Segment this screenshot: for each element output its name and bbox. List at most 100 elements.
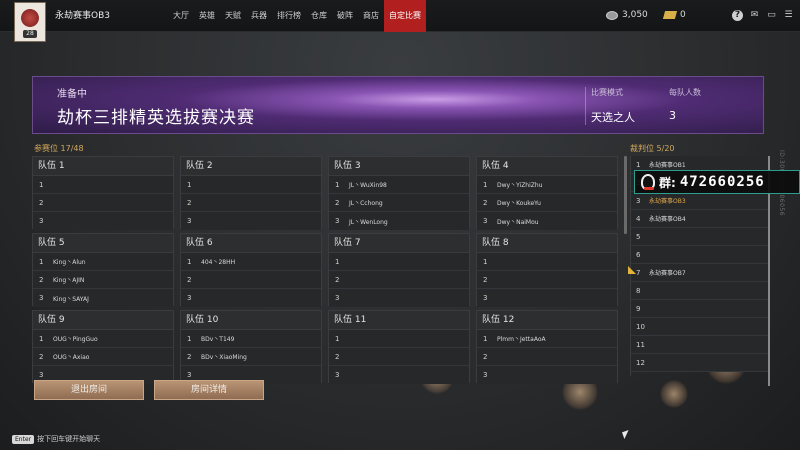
team-slot[interactable]: 2 King丶AJIN <box>33 271 173 289</box>
slot-player-name: BDv丶T149 <box>201 336 235 343</box>
team-size-label: 每队人数 <box>669 88 701 97</box>
slot-player-name: Dwy丶KoukeYu <box>497 200 541 207</box>
slot-number: 2 <box>483 352 488 361</box>
referee-name: 永劫赛事OB4 <box>649 216 686 223</box>
slot-number: 1 <box>187 334 192 343</box>
nav-item-custom-match[interactable]: 自定比赛 <box>384 0 426 32</box>
chat-hint-text: 按下回车键开始聊天 <box>37 435 101 443</box>
team-slot[interactable]: 1 <box>329 253 469 271</box>
team-grid: 队伍 1 1 2 3 队伍 2 1 2 3 队伍 3 1 JL丶WuXin98 2 JL丶Cchong 3… <box>32 156 624 386</box>
nav-item-warehouse[interactable]: 仓库 <box>306 0 332 32</box>
slot-player-name: King丶SAYAJ <box>53 295 89 303</box>
referee-slot[interactable]: 7 永劫赛事OB7 <box>631 264 770 282</box>
nav-item-talents[interactable]: 天赋 <box>220 0 246 32</box>
team-slot[interactable]: 3 <box>181 289 321 307</box>
team-slot[interactable]: 1 OUG丶PingGuo <box>33 330 173 348</box>
nav-item-lobby[interactable]: 大厅 <box>168 0 194 32</box>
team-slot[interactable]: 1 JL丶WuXin98 <box>329 176 469 194</box>
main-nav: 大厅 英雄 天赋 兵器 排行榜 仓库 破阵 商店 自定比赛 <box>168 0 426 32</box>
bokeh-light <box>660 380 688 408</box>
referee-slot[interactable]: 8 <box>631 282 770 300</box>
referee-slot[interactable]: 4 永劫赛事OB4 <box>631 210 770 228</box>
slot-number: 2 <box>187 275 192 284</box>
screen-icon[interactable]: ▭ <box>766 10 777 21</box>
team-card: 队伍 11 1 2 3 <box>328 310 470 384</box>
slot-player-name: King丶AJIN <box>53 277 85 284</box>
referee-slot-number: 1 <box>636 160 641 169</box>
slot-number: 3 <box>483 217 488 225</box>
team-slot[interactable]: 2 <box>477 271 617 289</box>
team-slot[interactable]: 1 <box>181 176 321 194</box>
team-slot[interactable]: 1 404丶28HH <box>181 253 321 271</box>
help-icon[interactable]: ? <box>732 10 743 21</box>
referee-slot[interactable]: 12 <box>631 354 770 372</box>
team-slot[interactable]: 3 <box>477 366 617 384</box>
referee-slot[interactable]: 6 <box>631 246 770 264</box>
team-slot[interactable]: 1 <box>33 176 173 194</box>
nav-item-leaderboard[interactable]: 排行榜 <box>272 0 306 32</box>
mail-icon[interactable]: ✉ <box>749 10 760 21</box>
team-slot[interactable]: 2 BDv丶XiaoMing <box>181 348 321 366</box>
referee-slot[interactable]: 5 <box>631 228 770 246</box>
avatar[interactable]: 28 <box>14 2 46 42</box>
team-slot[interactable]: 3 <box>181 212 321 230</box>
menu-icon[interactable]: ☰ <box>783 10 794 21</box>
team-slot[interactable]: 1 <box>477 253 617 271</box>
team-card: 队伍 9 1 OUG丶PingGuo 2 OUG丶Axiao 3 <box>32 310 174 384</box>
slot-number: 3 <box>187 217 192 225</box>
team-name: 队伍 1 <box>33 157 173 176</box>
nav-item-weapons[interactable]: 兵器 <box>246 0 272 32</box>
slot-player-name: King丶Alun <box>53 259 86 266</box>
slot-number: 2 <box>335 352 340 361</box>
referee-slot[interactable]: 9 <box>631 300 770 318</box>
slot-player-name: Dwy丶YiZhiZhu <box>497 182 543 189</box>
team-slot[interactable]: 3 Dwy丶NaiMou <box>477 212 617 230</box>
top-icons: ? ✉ ▭ ☰ <box>732 10 794 21</box>
team-grid-scrollbar[interactable] <box>624 156 627 234</box>
exit-room-button[interactable]: 退出房间 <box>34 380 144 400</box>
team-slot[interactable]: 3 <box>329 289 469 307</box>
team-slot[interactable]: 3 JL丶WenLong <box>329 212 469 230</box>
nav-item-heroes[interactable]: 英雄 <box>194 0 220 32</box>
team-card: 队伍 2 1 2 3 <box>180 156 322 230</box>
slot-player-name: Plmm丶JettaAoA <box>497 336 546 343</box>
team-slot[interactable]: 2 OUG丶Axiao <box>33 348 173 366</box>
team-slot[interactable]: 1 BDv丶T149 <box>181 330 321 348</box>
slot-number: 2 <box>187 198 192 207</box>
team-slot[interactable]: 2 <box>329 271 469 289</box>
team-name: 队伍 9 <box>33 311 173 330</box>
team-name: 队伍 7 <box>329 234 469 253</box>
team-slot[interactable]: 3 <box>477 289 617 307</box>
slot-player-name: JL丶WuXin98 <box>349 182 387 189</box>
nav-item-store[interactable]: 商店 <box>358 0 384 32</box>
slot-number: 3 <box>483 294 488 302</box>
nav-item-formation[interactable]: 破阵 <box>332 0 358 32</box>
referee-slot[interactable]: 10 <box>631 318 770 336</box>
team-slot[interactable]: 1 <box>329 330 469 348</box>
team-slot[interactable]: 3 <box>329 366 469 384</box>
slot-number: 2 <box>39 198 44 207</box>
team-slot[interactable]: 3 King丶SAYAJ <box>33 289 173 307</box>
team-slot[interactable]: 3 <box>33 212 173 230</box>
room-details-button[interactable]: 房间详情 <box>154 380 264 400</box>
slot-number: 2 <box>39 352 44 361</box>
slot-player-name: 404丶28HH <box>201 259 236 266</box>
team-slot[interactable]: 2 <box>181 271 321 289</box>
team-slot[interactable]: 2 <box>33 194 173 212</box>
team-slot[interactable]: 2 Dwy丶KoukeYu <box>477 194 617 212</box>
team-slot[interactable]: 1 King丶Alun <box>33 253 173 271</box>
match-banner: 准备中 劫杯三排精英选拔赛决赛 比赛模式 天选之人 每队人数 3 <box>32 76 764 134</box>
referee-slot[interactable]: 3 永劫赛事OB3 <box>631 192 770 210</box>
chat-hint[interactable]: Enter 按下回车键开始聊天 <box>12 434 100 444</box>
team-slot[interactable]: 2 JL丶Cchong <box>329 194 469 212</box>
team-slot[interactable]: 2 <box>477 348 617 366</box>
referee-slot[interactable]: 11 <box>631 336 770 354</box>
team-slot[interactable]: 2 <box>181 194 321 212</box>
participants-label: 参赛位 17/48 <box>34 144 84 153</box>
slot-number: 3 <box>335 371 340 379</box>
team-slot[interactable]: 1 Plmm丶JettaAoA <box>477 330 617 348</box>
referees-label: 裁判位 5/20 <box>630 144 675 153</box>
team-size-value: 3 <box>669 109 676 122</box>
team-slot[interactable]: 2 <box>329 348 469 366</box>
team-slot[interactable]: 1 Dwy丶YiZhiZhu <box>477 176 617 194</box>
